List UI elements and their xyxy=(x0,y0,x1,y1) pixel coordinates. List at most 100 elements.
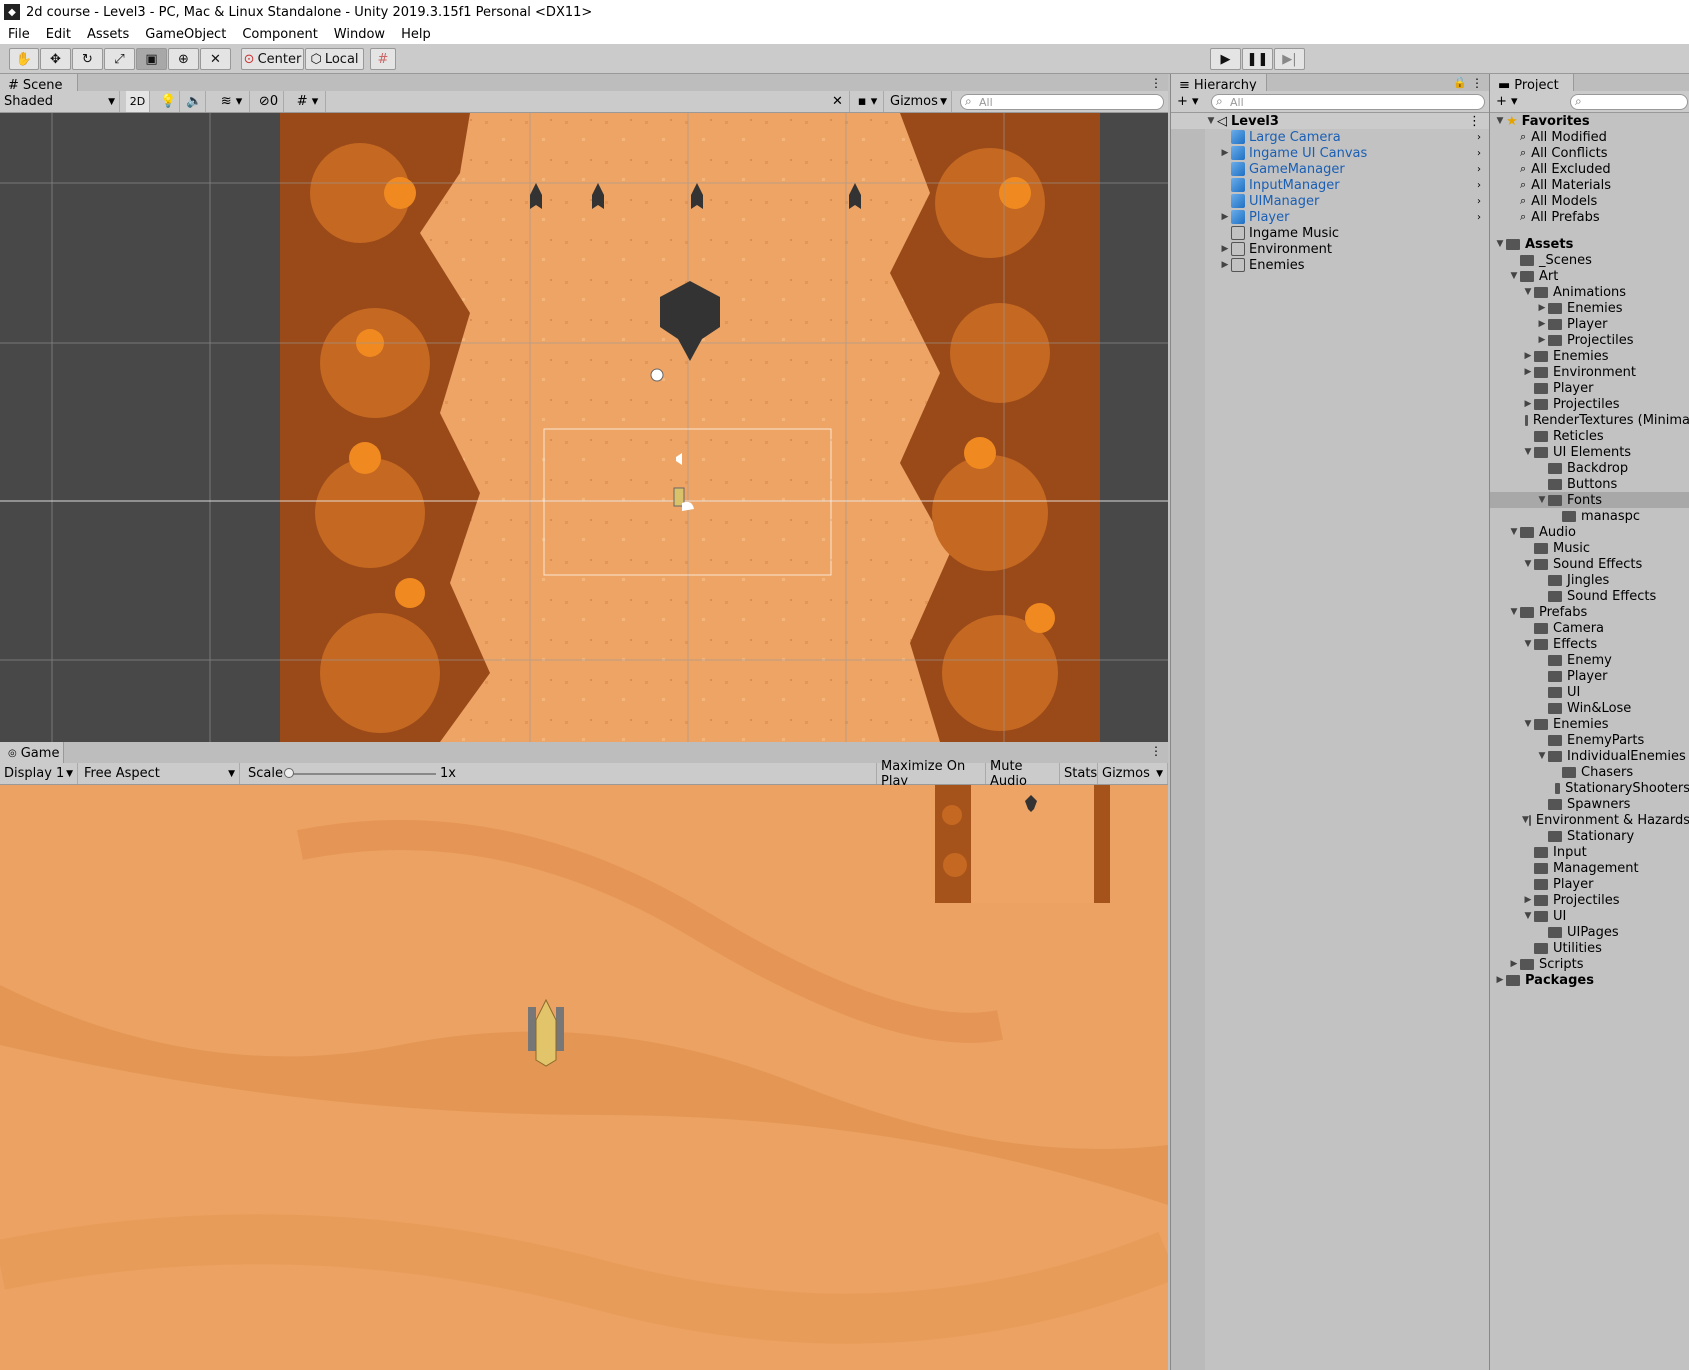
step-icon[interactable]: ▶| xyxy=(1274,48,1305,70)
hierarchy-item[interactable]: UIManager › xyxy=(1171,193,1489,209)
aspect-dropdown[interactable]: Free Aspect ▼ xyxy=(80,763,240,784)
project-folder-row[interactable]: ▶ Environment xyxy=(1490,364,1689,380)
project-folder-row[interactable]: Management xyxy=(1490,860,1689,876)
expand-arrow-icon[interactable]: ▶ xyxy=(1219,260,1231,270)
expand-arrow-icon[interactable]: ▶ xyxy=(1536,303,1548,313)
grid-icon[interactable]: # ▾ xyxy=(290,91,326,112)
move-tool-icon[interactable]: ✥ xyxy=(40,48,71,70)
project-folder-row[interactable]: ▶ Projectiles xyxy=(1490,332,1689,348)
expand-arrow-icon[interactable]: ▼ xyxy=(1522,559,1534,569)
project-folder-row[interactable]: ▶ Enemies xyxy=(1490,348,1689,364)
scene-menu-icon[interactable]: ⋮ xyxy=(1468,114,1481,129)
pivot-local-button[interactable]: ⬡ Local xyxy=(305,48,364,70)
stats-toggle[interactable]: Stats xyxy=(1060,763,1098,784)
expand-arrow-icon[interactable]: ▼ xyxy=(1508,607,1520,617)
project-folder-row[interactable]: Enemy xyxy=(1490,652,1689,668)
panel-menu-icon[interactable]: ⋮ xyxy=(1150,76,1162,90)
prefab-open-icon[interactable]: › xyxy=(1477,148,1481,159)
panel-menu-icon[interactable]: ⋮ xyxy=(1471,76,1483,90)
transform-tool-icon[interactable]: ⊕ xyxy=(168,48,199,70)
expand-arrow-icon[interactable]: ▼ xyxy=(1536,751,1548,761)
expand-arrow-icon[interactable]: ▼ xyxy=(1508,271,1520,281)
expand-arrow-icon[interactable]: ▼ xyxy=(1522,719,1534,729)
project-folder-row[interactable]: ▼ UI xyxy=(1490,908,1689,924)
project-folder-row[interactable]: Backdrop xyxy=(1490,460,1689,476)
custom-tool-icon[interactable]: ✕ xyxy=(200,48,231,70)
hand-tool-icon[interactable]: ✋ xyxy=(9,48,39,70)
hierarchy-item[interactable]: Ingame Music xyxy=(1171,225,1489,241)
project-folder-row[interactable]: ▼ Audio xyxy=(1490,524,1689,540)
hierarchy-item[interactable]: InputManager › xyxy=(1171,177,1489,193)
pause-icon[interactable]: ❚❚ xyxy=(1242,48,1273,70)
tab-game[interactable]: ◎ Game xyxy=(0,742,64,764)
project-folder-row[interactable]: ▼ Animations xyxy=(1490,284,1689,300)
expand-arrow-icon[interactable]: ▶ xyxy=(1522,399,1534,409)
project-folder-row[interactable]: manaspc xyxy=(1490,508,1689,524)
menu-assets[interactable]: Assets xyxy=(79,27,137,42)
project-folder-row[interactable]: ▼ UI Elements xyxy=(1490,444,1689,460)
create-icon[interactable]: + ▾ xyxy=(1492,91,1524,112)
expand-arrow-icon[interactable]: ▶ xyxy=(1522,351,1534,361)
menu-file[interactable]: File xyxy=(0,27,38,42)
hierarchy-item[interactable]: ▶ Player › xyxy=(1171,209,1489,225)
create-icon[interactable]: + ▾ xyxy=(1173,91,1205,112)
project-folder-row[interactable]: ▶ Scripts xyxy=(1490,956,1689,972)
project-folder-row[interactable]: ▼ Sound Effects xyxy=(1490,556,1689,572)
favorite-item[interactable]: ⌕ All Prefabs xyxy=(1490,209,1689,225)
gizmos-dropdown[interactable]: Gizmos ▼ xyxy=(1098,763,1168,784)
project-folder-row[interactable]: _Scenes xyxy=(1490,252,1689,268)
project-search-input[interactable] xyxy=(1570,94,1688,110)
expand-arrow-icon[interactable]: ▶ xyxy=(1219,212,1231,222)
project-folder-row[interactable]: Player xyxy=(1490,668,1689,684)
tools-icon[interactable]: ✕ xyxy=(826,91,850,112)
menu-gameobject[interactable]: GameObject xyxy=(137,27,234,42)
expand-arrow-icon[interactable]: ▼ xyxy=(1494,239,1506,249)
project-folder-row[interactable]: Buttons xyxy=(1490,476,1689,492)
favorites-row[interactable]: ▼ ★ Favorites xyxy=(1490,113,1689,129)
expand-arrow-icon[interactable]: ▼ xyxy=(1522,815,1529,825)
hierarchy-item[interactable]: GameManager › xyxy=(1171,161,1489,177)
expand-arrow-icon[interactable]: ▶ xyxy=(1494,975,1506,985)
hierarchy-item[interactable]: ▶ Enemies xyxy=(1171,257,1489,273)
expand-arrow-icon[interactable]: ▶ xyxy=(1508,959,1520,969)
scale-slider-handle[interactable] xyxy=(284,768,294,778)
project-folder-row[interactable]: ▼ Effects xyxy=(1490,636,1689,652)
favorite-item[interactable]: ⌕ All Materials xyxy=(1490,177,1689,193)
favorite-item[interactable]: ⌕ All Models xyxy=(1490,193,1689,209)
project-folder-row[interactable]: UIPages xyxy=(1490,924,1689,940)
project-folder-row[interactable]: Player xyxy=(1490,876,1689,892)
expand-arrow-icon[interactable]: ▶ xyxy=(1522,367,1534,377)
hierarchy-search-input[interactable]: All xyxy=(1211,94,1485,110)
effects-icon[interactable]: ≋ ▾ xyxy=(214,91,250,112)
gizmos-dropdown[interactable]: Gizmos ▼ xyxy=(886,91,952,112)
project-folder-row[interactable]: Jingles xyxy=(1490,572,1689,588)
project-folder-row[interactable]: ▼ Art xyxy=(1490,268,1689,284)
menu-window[interactable]: Window xyxy=(326,27,393,42)
2d-toggle-button[interactable]: 2D xyxy=(126,91,150,112)
expand-arrow-icon[interactable]: ▼ xyxy=(1536,495,1548,505)
project-folder-row[interactable]: Input xyxy=(1490,844,1689,860)
scene-view[interactable] xyxy=(0,113,1168,742)
project-folder-row[interactable]: ▼ IndividualEnemies xyxy=(1490,748,1689,764)
menu-help[interactable]: Help xyxy=(393,27,439,42)
play-icon[interactable]: ▶ xyxy=(1210,48,1241,70)
project-folder-row[interactable]: ▼ Enemies xyxy=(1490,716,1689,732)
prefab-open-icon[interactable]: › xyxy=(1477,212,1481,223)
grid-snap-icon[interactable]: # xyxy=(370,48,396,70)
project-folder-row[interactable]: ▶ Packages xyxy=(1490,972,1689,988)
expand-arrow-icon[interactable]: ▼ xyxy=(1508,527,1520,537)
panel-menu-icon[interactable]: ⋮ xyxy=(1150,744,1162,758)
project-folder-row[interactable]: Player xyxy=(1490,380,1689,396)
project-folder-row[interactable]: Sound Effects xyxy=(1490,588,1689,604)
expand-arrow-icon[interactable]: ▼ xyxy=(1494,116,1506,126)
mute-audio-toggle[interactable]: Mute Audio xyxy=(986,759,1060,789)
prefab-open-icon[interactable]: › xyxy=(1477,164,1481,175)
expand-arrow-icon[interactable]: ▶ xyxy=(1219,148,1231,158)
favorite-item[interactable]: ⌕ All Modified xyxy=(1490,129,1689,145)
project-folder-row[interactable]: ▼ Assets xyxy=(1490,236,1689,252)
display-dropdown[interactable]: Display 1 ▼ xyxy=(0,763,78,784)
project-folder-row[interactable]: Utilities xyxy=(1490,940,1689,956)
project-folder-row[interactable]: Spawners xyxy=(1490,796,1689,812)
rect-tool-icon[interactable]: ▣ xyxy=(136,48,167,70)
hierarchy-item[interactable]: ▶ Environment xyxy=(1171,241,1489,257)
